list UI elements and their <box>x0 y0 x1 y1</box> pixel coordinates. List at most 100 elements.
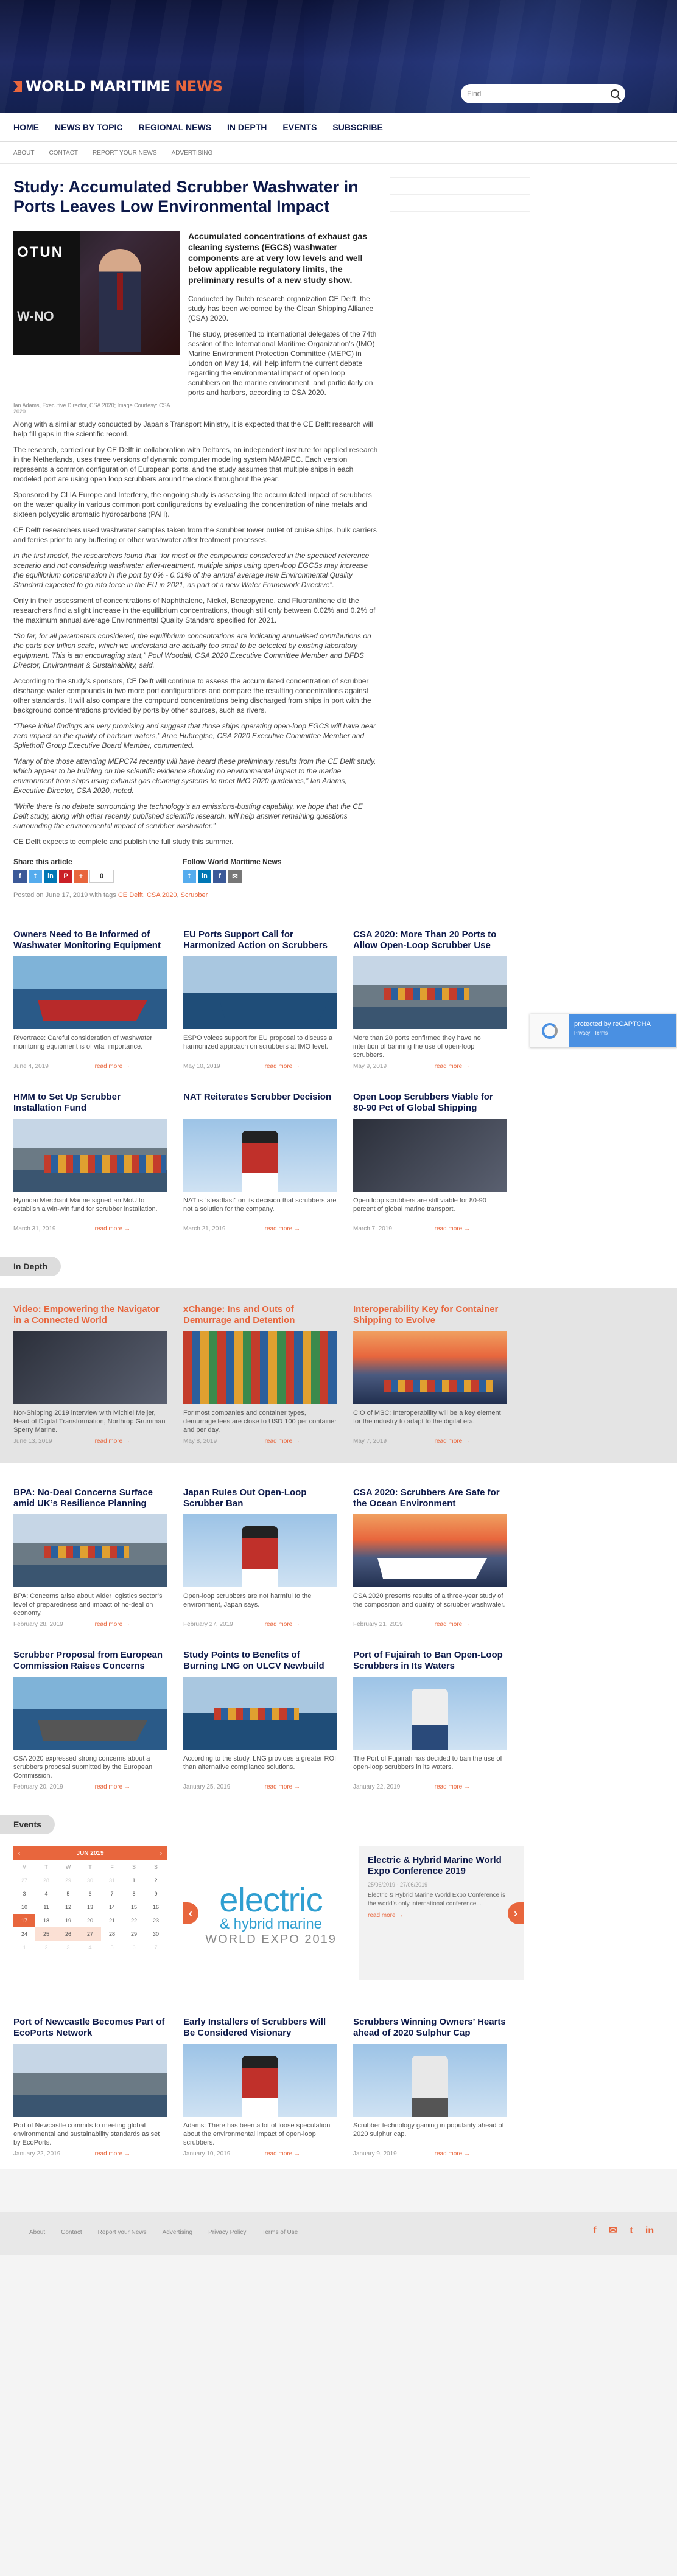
card-title[interactable]: Open Loop Scrubbers Viable for 80-90 Pct… <box>353 1092 507 1114</box>
twitter-icon[interactable]: t <box>626 2225 637 2236</box>
calendar-day[interactable]: 6 <box>79 1887 101 1901</box>
email-icon[interactable]: ✉ <box>608 2225 619 2236</box>
read-more-link[interactable]: read more → <box>265 1063 300 1070</box>
tag-link[interactable]: Scrubber <box>181 892 208 899</box>
footer-link-report-news[interactable]: Report your News <box>98 2229 147 2236</box>
calendar-day[interactable]: 2 <box>145 1874 167 1887</box>
card-image[interactable] <box>183 956 337 1029</box>
card-image[interactable] <box>353 956 507 1029</box>
footer-link-privacy[interactable]: Privacy Policy <box>208 2229 246 2236</box>
card-title[interactable]: Study Points to Benefits of Burning LNG … <box>183 1650 337 1672</box>
calendar-day[interactable]: 11 <box>35 1901 57 1914</box>
linkedin-icon[interactable]: in <box>644 2225 655 2236</box>
card-title[interactable]: Port of Newcastle Becomes Part of EcoPor… <box>13 2017 167 2039</box>
calendar-day[interactable]: 10 <box>13 1901 35 1914</box>
card-image[interactable] <box>183 1331 337 1404</box>
in-depth-card[interactable]: Interoperability Key for Container Shipp… <box>353 1304 507 1445</box>
calendar-day[interactable]: 5 <box>57 1887 79 1901</box>
related-card[interactable]: Owners Need to Be Informed of Washwater … <box>13 929 167 1070</box>
card-title[interactable]: xChange: Ins and Outs of Demurrage and D… <box>183 1304 337 1326</box>
read-more-link[interactable]: read more → <box>265 1621 300 1628</box>
card-title[interactable]: Early Installers of Scrubbers Will Be Co… <box>183 2017 337 2039</box>
card-title[interactable]: CSA 2020: More Than 20 Ports to Allow Op… <box>353 929 507 951</box>
nav-item-in-depth[interactable]: IN DEPTH <box>227 122 267 132</box>
calendar-day[interactable]: 22 <box>123 1914 145 1927</box>
read-more-link[interactable]: read more → <box>435 1226 470 1232</box>
read-more-link[interactable]: read more → <box>265 1438 300 1445</box>
read-more-link[interactable]: read more → <box>435 1784 470 1790</box>
card-image[interactable] <box>183 1514 337 1587</box>
tag-link[interactable]: CSA 2020 <box>147 892 177 899</box>
card-image[interactable] <box>13 1514 167 1587</box>
read-more-link[interactable]: read more → <box>435 1063 470 1070</box>
card-image[interactable] <box>353 1119 507 1192</box>
related-card[interactable]: Open Loop Scrubbers Viable for 80-90 Pct… <box>353 1092 507 1232</box>
calendar-day[interactable]: 29 <box>57 1874 79 1887</box>
read-more-link[interactable]: read more → <box>95 2151 130 2157</box>
card-title[interactable]: Interoperability Key for Container Shipp… <box>353 1304 507 1326</box>
calendar-day[interactable]: 24 <box>13 1927 35 1941</box>
calendar-day[interactable]: 4 <box>35 1887 57 1901</box>
read-more-link[interactable]: read more → <box>435 1438 470 1445</box>
news-card[interactable]: Port of Fujairah to Ban Open-Loop Scrubb… <box>353 1650 507 1790</box>
footer-link-about[interactable]: About <box>29 2229 45 2236</box>
news-card[interactable]: BPA: No-Deal Concerns Surface amid UK’s … <box>13 1487 167 1628</box>
calendar-day[interactable]: 27 <box>13 1874 35 1887</box>
facebook-icon[interactable]: f <box>13 870 27 883</box>
nav-item-regional-news[interactable]: REGIONAL NEWS <box>139 122 212 132</box>
twitter-follow-icon[interactable]: t <box>183 870 196 883</box>
calendar-day[interactable]: 28 <box>35 1874 57 1887</box>
calendar-day[interactable]: 30 <box>79 1874 101 1887</box>
card-image[interactable] <box>13 1119 167 1192</box>
card-title[interactable]: Scrubber Proposal from European Commissi… <box>13 1650 167 1672</box>
calendar-day[interactable]: 30 <box>145 1927 167 1941</box>
calendar-day[interactable]: 8 <box>123 1887 145 1901</box>
news-card[interactable]: CSA 2020: Scrubbers Are Safe for the Oce… <box>353 1487 507 1628</box>
nav-item-home[interactable]: HOME <box>13 122 39 132</box>
news-card[interactable]: Japan Rules Out Open-Loop Scrubber Ban O… <box>183 1487 337 1628</box>
card-image[interactable] <box>13 2044 167 2117</box>
related-card[interactable]: HMM to Set Up Scrubber Installation Fund… <box>13 1092 167 1232</box>
calendar-day[interactable]: 12 <box>57 1901 79 1914</box>
news-card[interactable]: Scrubbers Winning Owners’ Hearts ahead o… <box>353 2017 507 2157</box>
in-depth-card[interactable]: xChange: Ins and Outs of Demurrage and D… <box>183 1304 337 1445</box>
facebook-icon[interactable]: f <box>589 2225 600 2236</box>
twitter-icon[interactable]: t <box>29 870 42 883</box>
calendar-day[interactable]: 13 <box>79 1901 101 1914</box>
nav-item-events[interactable]: EVENTS <box>282 122 317 132</box>
related-card[interactable]: CSA 2020: More Than 20 Ports to Allow Op… <box>353 929 507 1070</box>
nav-item-subscribe[interactable]: SUBSCRIBE <box>332 122 382 132</box>
calendar-prev-icon[interactable]: ‹ <box>18 1850 20 1857</box>
card-title[interactable]: Owners Need to Be Informed of Washwater … <box>13 929 167 951</box>
read-more-link[interactable]: read more → <box>95 1226 130 1232</box>
card-image[interactable] <box>353 1677 507 1750</box>
linkedin-icon[interactable]: in <box>44 870 57 883</box>
read-more-link[interactable]: read more → <box>95 1063 130 1070</box>
related-card[interactable]: NAT Reiterates Scrubber Decision NAT is … <box>183 1092 337 1232</box>
news-card[interactable]: Early Installers of Scrubbers Will Be Co… <box>183 2017 337 2157</box>
card-title[interactable]: Port of Fujairah to Ban Open-Loop Scrubb… <box>353 1650 507 1672</box>
calendar-day[interactable]: 23 <box>145 1914 167 1927</box>
read-more-link[interactable]: read more → <box>368 1912 515 1919</box>
card-image[interactable] <box>13 1331 167 1404</box>
read-more-link[interactable]: read more → <box>435 2151 470 2157</box>
read-more-link[interactable]: read more → <box>265 1226 300 1232</box>
calendar-day[interactable]: 15 <box>123 1901 145 1914</box>
calendar-day[interactable]: 1 <box>13 1941 35 1954</box>
calendar-day-event[interactable]: 26 <box>57 1927 79 1941</box>
card-title[interactable]: Japan Rules Out Open-Loop Scrubber Ban <box>183 1487 337 1509</box>
calendar-day[interactable]: 18 <box>35 1914 57 1927</box>
read-more-link[interactable]: read more → <box>435 1621 470 1628</box>
facebook-follow-icon[interactable]: f <box>213 870 226 883</box>
calendar-day[interactable]: 5 <box>101 1941 123 1954</box>
calendar-day-event[interactable]: 27 <box>79 1927 101 1941</box>
card-image[interactable] <box>183 1677 337 1750</box>
footer-link-advertising[interactable]: Advertising <box>163 2229 192 2236</box>
calendar-day[interactable]: 1 <box>123 1874 145 1887</box>
recaptcha-badge[interactable]: protected by reCAPTCHA Privacy · Terms <box>530 1014 677 1048</box>
subnav-about[interactable]: ABOUT <box>13 150 34 156</box>
footer-link-contact[interactable]: Contact <box>61 2229 82 2236</box>
calendar-day[interactable]: 3 <box>13 1887 35 1901</box>
calendar-next-icon[interactable]: › <box>160 1850 162 1857</box>
card-title[interactable]: Video: Empowering the Navigator in a Con… <box>13 1304 167 1326</box>
